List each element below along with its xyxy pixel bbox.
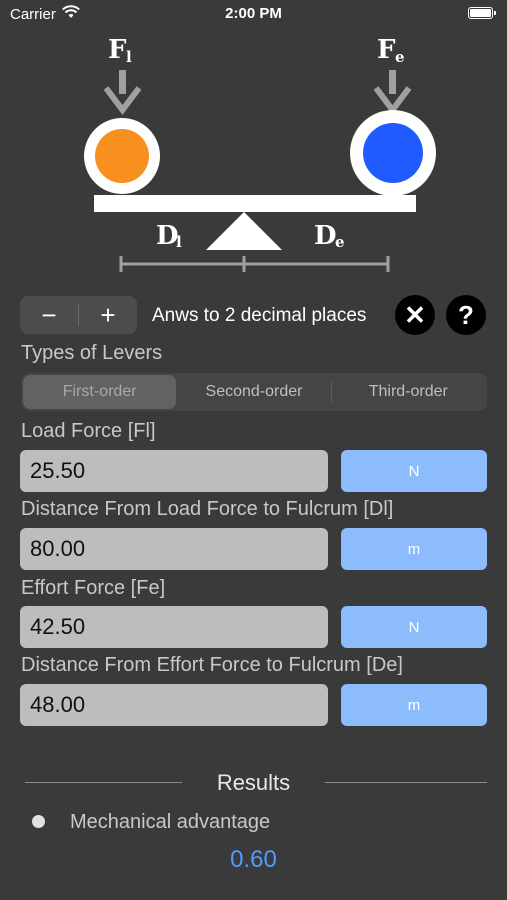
effort-force-arrow-icon: F e [373,35,412,115]
tab-second-order[interactable]: Second-order [177,375,330,409]
results-title: Results [216,770,291,795]
decimal-places-label: Anws to 2 decimal places [152,305,367,326]
load-distance-sub: l [176,233,182,251]
load-force-label: F [108,35,127,65]
lever-type-segmented-control[interactable]: First-order Second-order Third-order [21,373,487,411]
mechanical-advantage-value: 0.60 [230,846,277,873]
fulcrum-icon [206,212,282,250]
load-distance-unit-button[interactable]: m [341,528,487,570]
help-button[interactable]: ? [446,295,486,335]
help-icon: ? [458,299,474,330]
effort-force-field-label: Effort Force [Fe] [21,577,166,599]
load-force-unit-button[interactable]: N [341,450,487,492]
load-distance-field-label: Distance From Load Force to Fulcrum [Dl] [21,498,394,520]
battery-icon [468,7,496,19]
close-icon: ✕ [404,299,426,330]
decrement-button[interactable]: − [20,296,78,334]
increment-button[interactable]: + [79,296,137,334]
effort-distance-sub: e [335,233,345,251]
load-force-field-label: Load Force [Fl] [21,420,156,442]
load-force-arrow-icon: F l [103,35,142,115]
effort-force-input[interactable]: 42.50 [20,606,328,648]
lever-beam [94,195,416,212]
clear-button[interactable]: ✕ [395,295,435,335]
tab-first-order[interactable]: First-order [23,375,177,409]
lever-types-title: Types of Levers [21,342,163,364]
effort-distance-field-label: Distance From Effort Force to Fulcrum [D… [21,654,403,676]
effort-distance-unit-button[interactable]: m [341,684,487,726]
clock: 2:00 PM [225,5,282,22]
load-force-input[interactable]: 25.50 [20,450,328,492]
load-distance-input[interactable]: 80.00 [20,528,328,570]
effort-distance-input[interactable]: 48.00 [20,684,328,726]
dimension-line [119,256,390,272]
load-force-sub: l [126,48,132,66]
status-bar: Carrier 2:00 PM [0,0,507,28]
effort-distance-label: D [314,221,337,251]
tab-third-order[interactable]: Third-order [332,375,485,409]
decimal-stepper[interactable]: − + [20,296,137,334]
lever-diagram: F l F e D l D e [0,28,507,278]
bullet-icon [32,815,45,828]
effort-force-label: F [377,35,396,65]
effort-force-sub: e [395,48,405,66]
mechanical-advantage-label: Mechanical advantage [70,811,271,833]
effort-force-unit-button[interactable]: N [341,606,487,648]
